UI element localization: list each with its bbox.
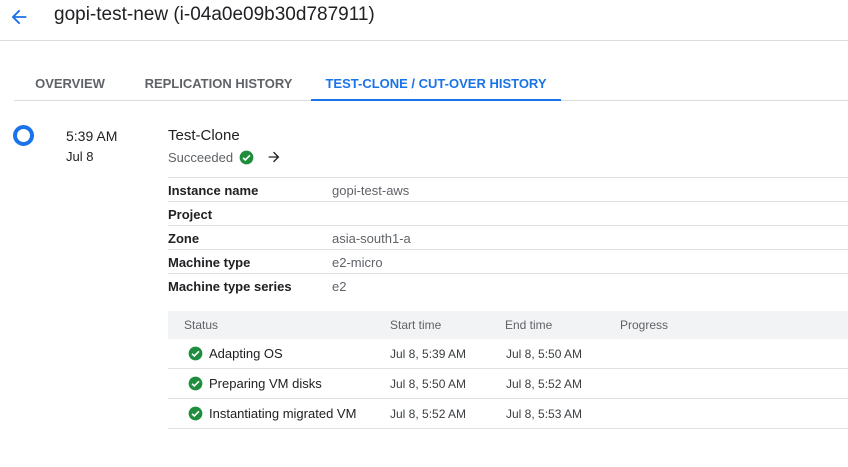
step-status: Preparing VM disks: [188, 376, 322, 391]
step-end-time: Jul 8, 5:52 AM: [506, 377, 583, 391]
column-header-progress: Progress: [620, 318, 669, 332]
steps-table: Status Start time End time Progress Adap…: [168, 311, 848, 429]
step-name: Adapting OS: [209, 346, 283, 361]
tab-bar: OVERVIEW REPLICATION HISTORY TEST-CLONE …: [14, 66, 848, 101]
step-start-time: Jul 8, 5:52 AM: [390, 407, 467, 421]
table-row: Instantiating migrated VM Jul 8, 5:52 AM…: [168, 399, 848, 429]
tab-overview[interactable]: OVERVIEW: [14, 66, 126, 101]
event-date: Jul 8: [66, 149, 94, 164]
detail-value: e2: [332, 279, 347, 294]
step-status: Adapting OS: [188, 346, 283, 361]
detail-label: Project: [168, 207, 213, 222]
detail-row-machine-type-series: Machine type series e2: [168, 273, 848, 297]
check-circle-icon: [188, 406, 203, 421]
event-status: Succeeded: [168, 149, 234, 165]
detail-label: Instance name: [168, 183, 259, 198]
step-name: Preparing VM disks: [209, 376, 322, 391]
detail-row-project: Project: [168, 201, 848, 225]
column-header-start-time: Start time: [390, 318, 442, 332]
detail-row-zone: Zone asia-south1-a: [168, 225, 848, 249]
steps-table-header: Status Start time End time Progress: [168, 311, 848, 339]
tab-replication-history[interactable]: REPLICATION HISTORY: [126, 66, 311, 101]
table-row: Adapting OS Jul 8, 5:39 AM Jul 8, 5:50 A…: [168, 339, 848, 369]
page-header: gopi-test-new (i-04a0e09b30d787911): [0, 0, 848, 41]
step-name: Instantiating migrated VM: [209, 406, 357, 421]
event-time: 5:39 AM: [66, 128, 118, 144]
tab-test-clone-cut-over-history[interactable]: TEST-CLONE / CUT-OVER HISTORY: [311, 66, 561, 101]
check-circle-icon: [188, 346, 203, 361]
arrow-back-icon[interactable]: [8, 6, 30, 28]
detail-row-instance-name: Instance name gopi-test-aws: [168, 177, 848, 201]
event-status-row: Succeeded: [168, 148, 282, 166]
step-status: Instantiating migrated VM: [188, 406, 356, 421]
timeline-dot-icon: [13, 125, 34, 146]
check-circle-icon: [188, 376, 203, 391]
detail-label: Machine type series: [168, 279, 292, 294]
detail-label: Machine type: [168, 255, 251, 270]
detail-value: e2-micro: [332, 255, 383, 270]
page-title: gopi-test-new (i-04a0e09b30d787911): [54, 4, 375, 25]
detail-row-machine-type: Machine type e2-micro: [168, 249, 848, 273]
column-header-status: Status: [184, 318, 219, 332]
column-header-end-time: End time: [505, 318, 553, 332]
instance-details: Instance name gopi-test-aws Project Zone…: [168, 177, 848, 297]
detail-value: asia-south1-a: [332, 231, 411, 246]
arrow-forward-icon[interactable]: [266, 149, 282, 165]
detail-label: Zone: [168, 231, 200, 246]
step-start-time: Jul 8, 5:39 AM: [390, 347, 467, 361]
detail-value: gopi-test-aws: [332, 183, 410, 198]
step-end-time: Jul 8, 5:53 AM: [506, 407, 583, 421]
event-title: Test-Clone: [168, 127, 240, 144]
check-circle-icon: [239, 150, 254, 164]
table-row: Preparing VM disks Jul 8, 5:50 AM Jul 8,…: [168, 369, 848, 399]
step-end-time: Jul 8, 5:50 AM: [506, 347, 583, 361]
step-start-time: Jul 8, 5:50 AM: [390, 377, 467, 391]
